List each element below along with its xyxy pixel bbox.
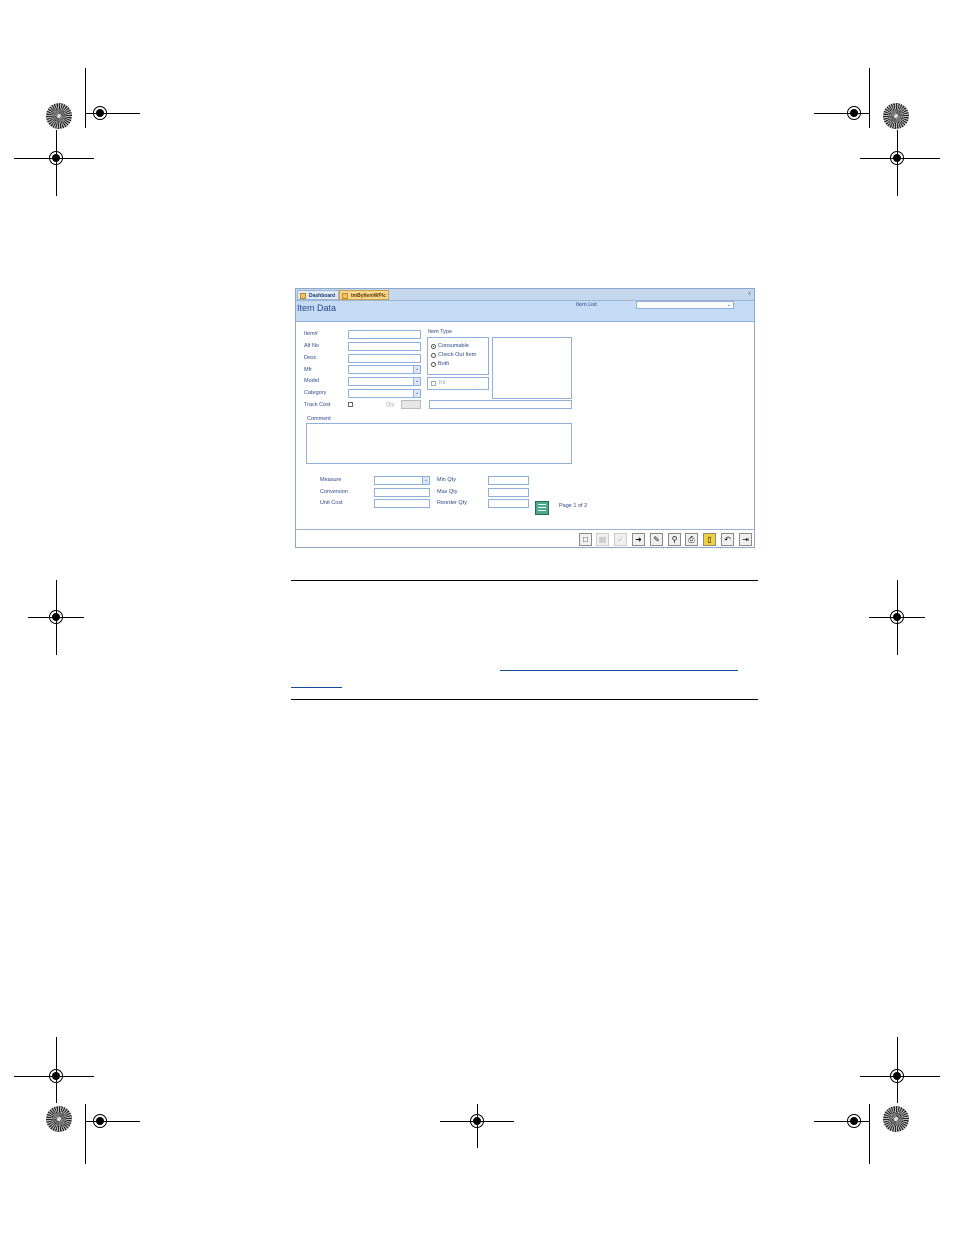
color-bar-rosette-icon [46,103,72,129]
page-indicator: Page 1 of 2 [559,503,588,509]
mfr-label: Mfr [304,367,312,373]
chevron-down-icon[interactable]: ⌄ [422,477,429,484]
max-qty-label: Max Qty [437,489,458,495]
both-label: Both [438,361,450,367]
kit-checkbox[interactable] [431,381,436,386]
datasheet-icon[interactable] [535,501,549,515]
desc-label: Desc [304,355,317,361]
reorder-qty-label: Reorder Qty [437,500,467,506]
kit-label: Kit [439,380,446,386]
unit-cost-field[interactable] [374,499,430,508]
alt-no-label: Alt No [304,343,319,349]
crop-line [85,68,86,128]
consumable-label: Consumable [438,343,469,349]
qty-field[interactable] [401,400,421,409]
item-picture-box [492,337,572,399]
registration-mark-icon [93,1114,107,1128]
desc-field[interactable] [348,354,421,363]
close-tab-icon[interactable]: x [748,289,751,299]
alt-no-field[interactable] [348,342,421,351]
close-form-button[interactable]: ⇥ [739,533,752,546]
chevron-down-icon[interactable]: ⌄ [413,390,420,397]
calendar-button[interactable]: ▦ [596,533,609,546]
delete-button[interactable]: ▯ [703,533,716,546]
conversion-field[interactable] [374,488,430,497]
chevron-down-icon[interactable]: ⌄ [725,302,733,308]
category-dropdown[interactable]: ⌄ [348,389,421,398]
unit-cost-label: Unit Cost [320,500,343,506]
measure-label: Measure [320,477,342,483]
track-cost-checkbox[interactable] [348,402,353,407]
radio-check-out-item[interactable] [431,353,436,358]
qty-label: Qty [386,402,395,408]
radio-both[interactable] [431,362,436,367]
crop-line [85,1104,86,1164]
document-tab-bar: Dashboard tmByItemWPic x [296,289,754,301]
item-list-label: Item List [576,302,597,308]
picture-path-field[interactable] [429,400,572,409]
tab-item-form[interactable]: tmByItemWPic [339,290,389,300]
item-type-label: Item Type [428,329,453,335]
item-no-label: Item# [304,331,318,337]
crop-line [869,1104,870,1164]
max-qty-field[interactable] [488,488,529,497]
check-out-item-label: Check Out Item [438,352,477,358]
track-cost-label: Track Cost [304,402,331,408]
tab-dashboard[interactable]: Dashboard [297,290,339,300]
tab-label: tmByItemWPic [351,293,387,299]
item-type-group: Consumable Check Out Item Both [427,337,489,375]
horizontal-rule [291,699,758,700]
comment-label: Comment [307,416,331,422]
kit-group: Kit [427,377,489,390]
find-button[interactable]: ⚲ [668,533,681,546]
conversion-label: Conversion [320,489,348,495]
tab-label: Dashboard [309,293,336,299]
chevron-down-icon[interactable]: ⌄ [413,378,420,385]
chevron-down-icon[interactable]: ⌄ [413,366,420,373]
color-bar-rosette-icon [883,103,909,129]
registration-mark-icon [49,1069,63,1083]
reorder-qty-field[interactable] [488,499,529,508]
radio-consumable[interactable] [431,344,436,349]
undo-button[interactable]: ↶ [721,533,734,546]
registration-mark-icon [470,1114,484,1128]
registration-mark-icon [49,151,63,165]
horizontal-rule [291,580,758,581]
save-button[interactable]: ✓ [614,533,627,546]
measure-dropdown[interactable]: ⌄ [374,476,430,485]
registration-mark-icon [49,610,63,624]
record-toolbar: □ ▦ ✓ ➜ ✎ ⚲ ⎙ ▯ ↶ ⇥ [296,529,754,547]
model-dropdown[interactable]: ⌄ [348,377,421,386]
mfr-dropdown[interactable]: ⌄ [348,365,421,374]
access-form-window: Dashboard tmByItemWPic x Item Data Item … [295,288,755,548]
registration-mark-icon [890,151,904,165]
form-icon [300,293,306,299]
color-bar-rosette-icon [883,1106,909,1132]
item-list-dropdown[interactable]: ⌄ [636,301,734,309]
color-bar-rosette-icon [46,1106,72,1132]
edit-button[interactable]: ✎ [650,533,663,546]
registration-mark-icon [847,1114,861,1128]
form-header: Item Data Item List ⌄ [296,301,754,322]
registration-mark-icon [890,610,904,624]
category-label: Category [304,390,327,396]
page-title: Item Data [297,303,337,313]
crop-line [869,68,870,128]
hyperlink-continued[interactable] [291,680,342,691]
form-icon [342,293,348,299]
registration-mark-icon [93,106,107,120]
print-button[interactable]: ⎙ [685,533,698,546]
item-no-field[interactable] [348,330,421,339]
registration-mark-icon [847,106,861,120]
comment-field[interactable] [306,423,572,464]
model-label: Model [304,378,319,384]
hyperlink[interactable]: ​​​​​​​​​​​​​​​​​​​​​​​​​​​​​​​​​​​​​​​​… [500,663,738,674]
next-record-button[interactable]: ➜ [632,533,645,546]
min-qty-field[interactable] [488,476,529,485]
min-qty-label: Min Qty [437,477,456,483]
registration-mark-icon [890,1069,904,1083]
new-record-button[interactable]: □ [579,533,592,546]
